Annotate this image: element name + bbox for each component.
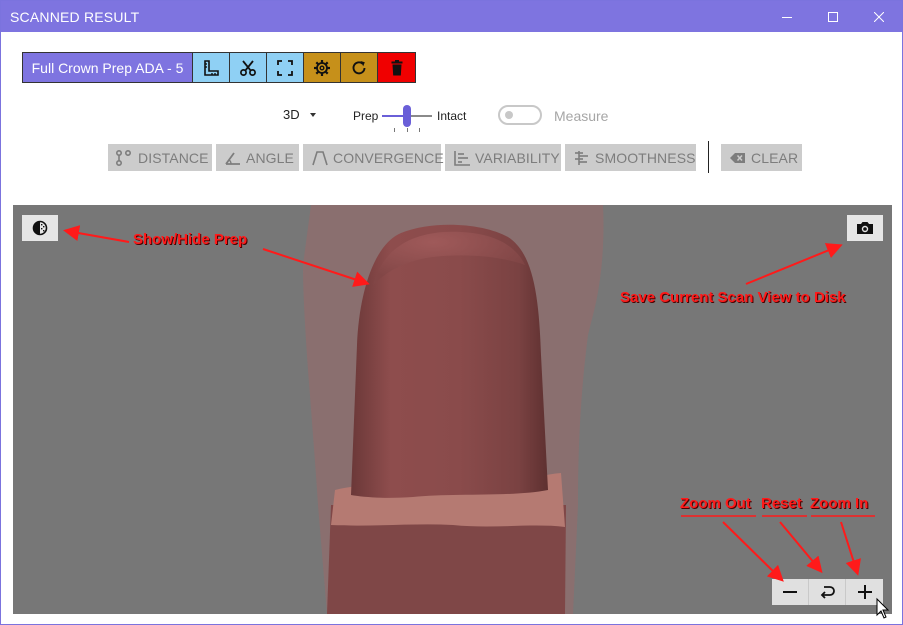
variability-label: VARIABILITY xyxy=(475,149,560,166)
settings-button[interactable] xyxy=(304,53,341,82)
prep-intact-slider[interactable] xyxy=(382,103,432,132)
gear-icon xyxy=(314,59,330,76)
window-title: SCANNED RESULT xyxy=(10,9,140,25)
ruler-icon xyxy=(204,59,219,76)
toolbar-divider xyxy=(708,141,709,173)
toggle-knob xyxy=(505,111,513,119)
backspace-icon xyxy=(730,152,745,163)
refresh-icon xyxy=(352,60,366,74)
app-window: SCANNED RESULT Full Crown Prep ADA - 5 3… xyxy=(0,0,903,625)
zoom-in-button[interactable] xyxy=(846,579,883,605)
slider-tick xyxy=(394,128,395,132)
annotation-save-view: Save Current Scan View to Disk xyxy=(620,289,846,306)
case-toolbar: Full Crown Prep ADA - 5 xyxy=(22,52,416,83)
variability-button[interactable]: VARIABILITY xyxy=(445,144,561,171)
angle-label: ANGLE xyxy=(246,149,294,166)
annotation-show-hide: Show/Hide Prep xyxy=(133,231,248,248)
show-hide-prep-button[interactable] xyxy=(22,215,58,241)
trash-icon xyxy=(391,59,402,75)
tooth-scan-render xyxy=(303,205,604,614)
distance-button[interactable]: DISTANCE xyxy=(108,144,212,171)
distance-label: DISTANCE xyxy=(138,149,209,166)
smoothness-label: SMOOTHNESS xyxy=(595,149,696,166)
annotation-zoom-out: Zoom Out xyxy=(680,495,751,512)
view-mode-dropdown[interactable]: 3D xyxy=(283,107,316,122)
minus-icon xyxy=(783,591,797,593)
scissors-icon xyxy=(240,59,256,76)
smoothness-button[interactable]: SMOOTHNESS xyxy=(565,144,696,171)
case-label: Full Crown Prep ADA - 5 xyxy=(23,53,193,82)
view-mode-value: 3D xyxy=(283,107,300,122)
plus-icon xyxy=(857,585,872,599)
convergence-label: CONVERGENCE xyxy=(333,149,444,166)
zoom-out-button[interactable] xyxy=(772,579,809,605)
camera-icon xyxy=(857,222,873,234)
minimize-icon xyxy=(782,16,792,18)
convergence-icon xyxy=(312,150,328,165)
distance-icon xyxy=(116,149,131,166)
maximize-icon xyxy=(828,11,838,22)
ruler-button[interactable] xyxy=(193,53,230,82)
close-button[interactable] xyxy=(856,1,902,32)
annotation-zoom-in: Zoom In xyxy=(810,495,869,512)
angle-icon xyxy=(225,151,240,165)
variability-icon xyxy=(454,150,470,166)
smoothness-icon xyxy=(575,150,588,165)
contrast-icon xyxy=(32,220,48,236)
delete-button[interactable] xyxy=(378,53,415,82)
minimize-button[interactable] xyxy=(764,1,810,32)
convergence-button[interactable]: CONVERGENCE xyxy=(303,144,444,171)
angle-button[interactable]: ANGLE xyxy=(216,144,299,171)
measure-toggle[interactable] xyxy=(498,105,542,125)
clear-label: CLEAR xyxy=(751,149,799,166)
slider-tick xyxy=(407,128,408,132)
title-bar: SCANNED RESULT xyxy=(1,1,902,32)
annotation-reset: Reset xyxy=(761,495,802,512)
maximize-button[interactable] xyxy=(810,1,856,32)
scan-viewport[interactable] xyxy=(13,205,892,614)
select-area-button[interactable] xyxy=(267,53,304,82)
reset-view-button[interactable] xyxy=(809,579,846,605)
cut-button[interactable] xyxy=(230,53,267,82)
slider-thumb[interactable] xyxy=(403,105,411,127)
slider-left-label: Prep xyxy=(353,109,379,123)
zoom-controls xyxy=(772,579,883,605)
reset-icon xyxy=(820,586,835,599)
clear-button[interactable]: CLEAR xyxy=(721,144,802,171)
refresh-button[interactable] xyxy=(341,53,378,82)
close-icon xyxy=(874,11,884,22)
crop-frame-icon xyxy=(277,59,293,76)
measure-label: Measure xyxy=(554,108,609,124)
chevron-down-icon xyxy=(309,112,316,117)
slider-right-label: Intact xyxy=(437,109,467,123)
save-view-button[interactable] xyxy=(847,215,883,241)
slider-tick xyxy=(419,128,420,132)
